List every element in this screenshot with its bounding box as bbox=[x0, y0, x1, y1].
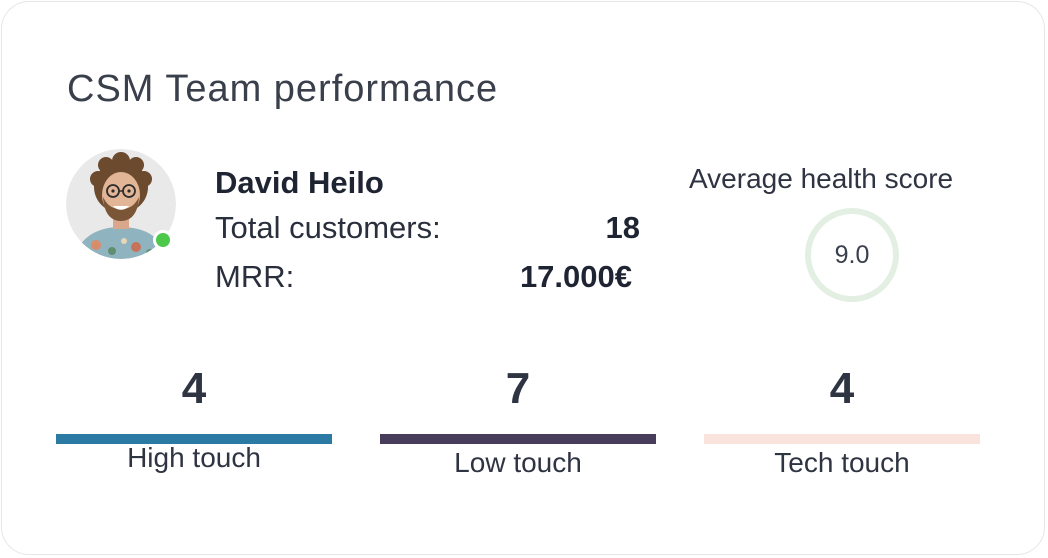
segment-label: Tech touch bbox=[774, 447, 910, 478]
segment-tech-touch[interactable]: 4 Tech touch bbox=[704, 358, 980, 488]
segment-label: High touch bbox=[127, 442, 261, 473]
mrr-label: MRR: bbox=[215, 259, 295, 294]
segment-high-touch[interactable]: 4 High touch bbox=[56, 358, 332, 488]
segment-bar bbox=[704, 434, 980, 444]
total-customers-value: 18 bbox=[605, 210, 640, 245]
card-title: CSM Team performance bbox=[67, 68, 499, 110]
mrr-value: 17.000€ bbox=[519, 259, 632, 294]
csm-performance-card: CSM Team performance David Heilo Total c… bbox=[1, 1, 1045, 555]
health-score-value: 9.0 bbox=[834, 241, 870, 269]
segment-count: 7 bbox=[505, 364, 531, 413]
health-score-label: Average health score bbox=[689, 163, 954, 194]
segment-low-touch[interactable]: 7 Low touch bbox=[380, 358, 656, 488]
segment-count: 4 bbox=[829, 364, 855, 413]
online-status-dot bbox=[153, 230, 173, 250]
segment-bar bbox=[380, 434, 656, 444]
avatar[interactable] bbox=[66, 149, 176, 259]
csm-name: David Heilo bbox=[215, 165, 384, 200]
total-customers-label: Total customers: bbox=[215, 210, 441, 245]
segment-count: 4 bbox=[181, 364, 207, 413]
segment-label: Low touch bbox=[454, 447, 582, 478]
